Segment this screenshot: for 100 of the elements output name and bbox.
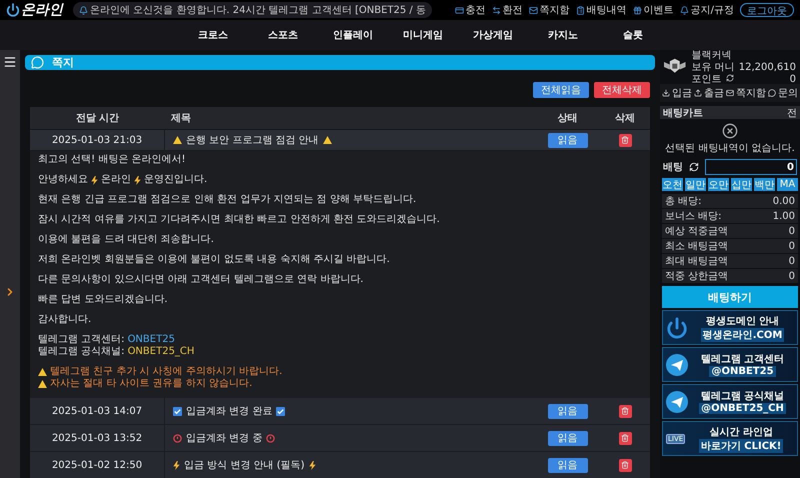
message-row[interactable]: 2025-01-03 14:07 입금계좌 변경 완료 읽음 — [30, 398, 650, 425]
stat-value: 0 — [788, 240, 795, 252]
warning-line: 텔레그램 친구 추가 시 사칭에 주의하시기 바랍니다. — [50, 366, 282, 378]
nav-link[interactable]: 슬롯 — [598, 28, 668, 42]
speech-bubble-icon — [768, 89, 776, 97]
stat-label: 적중 상한금액 — [665, 270, 728, 283]
read-all-button[interactable]: 전체읽음 — [533, 82, 589, 98]
read-status-button[interactable]: 읽음 — [548, 430, 588, 446]
time-cell: 2025-01-03 13:52 — [30, 425, 165, 451]
read-status-button[interactable]: 읽음 — [548, 458, 588, 472]
message-line: 안녕하세요 — [38, 174, 88, 186]
swap-icon[interactable] — [689, 162, 699, 172]
trash-icon — [621, 461, 629, 469]
money-label: 보유 머니 — [692, 62, 735, 72]
message-line: 다른 문의사항이 있으시다면 아래 고객센터 텔레그램으로 연락 바랍니다. — [38, 274, 364, 286]
close-circle-icon — [722, 123, 738, 139]
bet-amount-field[interactable]: 0 — [705, 159, 797, 175]
paper-plane-icon — [666, 354, 688, 376]
message-line: 감사합니다. — [38, 314, 92, 326]
nav-link[interactable]: 미니게임 — [388, 28, 458, 42]
message-row[interactable]: 2025-01-03 21:03 은행 보안 프로그램 점검 안내 읽음 — [30, 130, 650, 151]
column-header: 전달 시간 — [30, 107, 165, 129]
nav-link[interactable]: 인플레이 — [318, 28, 388, 42]
warning-icon — [173, 136, 182, 144]
message-title: 입금 방식 변경 안내 (필독) — [184, 459, 305, 472]
contact-label: 텔레그램 공식채널: — [38, 346, 125, 358]
message-line: 운영진입니다. — [144, 174, 208, 186]
top-link[interactable]: 환전 — [492, 3, 523, 17]
nav-link[interactable]: 크로스 — [178, 28, 248, 42]
top-link[interactable]: 쪽지함 — [528, 3, 570, 17]
power-icon — [666, 316, 688, 338]
promo-banner[interactable]: 텔레그램 고객센터 @ONBET25 — [662, 347, 798, 382]
clipboard-icon — [576, 6, 585, 14]
checkbox-icon — [276, 406, 286, 416]
quick-amount-button[interactable]: 백만 — [754, 178, 775, 191]
clear-cart-link[interactable]: 전 — [787, 106, 797, 120]
quick-amount-button[interactable]: MA — [777, 178, 798, 191]
banner-title: 텔레그램 고객센터 — [700, 353, 784, 366]
chat-bubble-icon — [31, 56, 44, 69]
promo-banner[interactable]: 평생도메인 안내 평생온라인.COM — [662, 310, 798, 345]
points-value: 0 — [790, 74, 796, 84]
banner-subtitle: 바로가기 CLICK! — [698, 438, 784, 452]
delete-button[interactable] — [618, 404, 632, 418]
stat-label: 보너스 배당: — [665, 210, 722, 223]
top-link[interactable]: 이벤트 — [632, 3, 674, 17]
paper-plane-icon — [666, 390, 688, 412]
exchange-icon — [492, 6, 501, 14]
quick-amount-button[interactable]: 오만 — [708, 178, 729, 191]
message-line: 현재 은행 긴급 프로그램 점검으로 인해 환전 업무가 지연되는 점 양해 부탁드립니다. — [38, 194, 418, 206]
notice-ticker: 온라인에 오신것을 환영합니다. 24시간 텔레그램 고객센터 [ONBET25 / 동 — [73, 2, 432, 18]
refresh-icon[interactable] — [726, 74, 734, 82]
delete-all-button[interactable]: 전체삭제 — [594, 82, 650, 98]
checkbox-icon — [173, 406, 182, 416]
trash-icon — [621, 434, 629, 442]
contact-label: 텔레그램 고객센터: — [38, 334, 125, 346]
time-cell: 2025-01-02 12:50 — [30, 452, 165, 478]
lightning-icon — [173, 460, 180, 470]
account-tab[interactable]: 문의 — [768, 86, 798, 100]
account-tab[interactable]: 출금 — [694, 86, 724, 100]
stat-value: 0 — [788, 256, 795, 266]
nav-link[interactable]: 카지노 — [528, 28, 598, 42]
banner-title: 텔레그램 공식채널 — [700, 390, 784, 403]
user-name: 블랙커넥 — [692, 50, 732, 60]
lightning-icon — [91, 176, 98, 184]
message-line: 저희 온라인벳 회원분들은 이용에 불편이 없도록 내용 숙지해 주시길 바랍니다. — [38, 254, 391, 266]
delete-button[interactable] — [618, 134, 632, 146]
message-row[interactable]: 2025-01-02 12:50 입금 방식 변경 안내 (필독) 읽음 — [30, 452, 650, 478]
top-link[interactable]: 공지/규정 — [680, 3, 734, 17]
download-icon — [662, 89, 670, 97]
circle-alert-icon — [266, 434, 276, 442]
delete-button[interactable] — [618, 432, 632, 444]
promo-banner[interactable]: 텔레그램 공식채널 @ONBET25_CH — [662, 384, 798, 419]
logo-text: 온라인 — [21, 1, 63, 19]
delete-button[interactable] — [618, 458, 632, 472]
nav-link[interactable]: 스포츠 — [248, 28, 318, 42]
read-status-button[interactable]: 읽음 — [548, 132, 588, 148]
quick-amount-button[interactable]: 십만 — [731, 178, 752, 191]
menu-icon[interactable] — [3, 55, 17, 69]
message-line: 빠른 답변 도와드리겠습니다. — [38, 294, 169, 306]
card-icon — [454, 6, 464, 14]
column-header: 상태 — [535, 107, 600, 129]
read-status-button[interactable]: 읽음 — [548, 404, 588, 418]
column-header: 삭제 — [600, 107, 650, 129]
quick-amount-button[interactable]: 오천 — [662, 178, 683, 191]
stat-label: 최소 배팅금액 — [665, 240, 728, 253]
stat-value: 0.00 — [772, 196, 795, 206]
message-row[interactable]: 2025-01-03 13:52 입금계좌 변경 중 읽음 — [30, 425, 650, 452]
quick-amount-button[interactable]: 일만 — [685, 178, 706, 191]
account-tab[interactable]: 쪽지함 — [726, 86, 766, 100]
envelope-icon — [528, 6, 538, 14]
warning-icon — [322, 136, 332, 144]
nav-link[interactable]: 가상게임 — [458, 28, 528, 42]
logout-button[interactable]: 로그아웃 — [740, 3, 794, 17]
account-tab[interactable]: 입금 — [662, 86, 692, 100]
circle-alert-icon — [173, 434, 182, 442]
top-link[interactable]: 배팅내역 — [576, 3, 627, 17]
money-value: 12,200,610 — [738, 62, 796, 72]
warning-line: 자사는 절대 타 사이트 권유를 하지 않습니다. — [50, 378, 252, 390]
top-link[interactable]: 충전 — [454, 3, 486, 17]
message-title: 은행 보안 프로그램 점검 안내 — [186, 134, 319, 147]
